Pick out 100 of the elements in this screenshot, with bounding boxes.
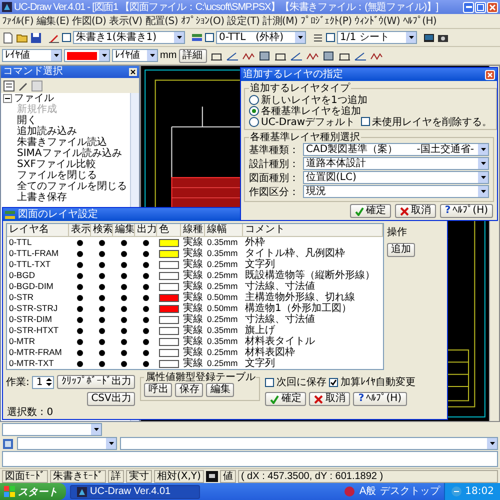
ime-indicator[interactable]: A般	[359, 484, 376, 498]
status-item[interactable]: 詳	[108, 470, 124, 482]
state-dot[interactable]	[99, 250, 105, 256]
column-header[interactable]: 出力	[135, 224, 157, 237]
radio-label[interactable]: 新しいレイヤを1つ追加	[261, 92, 368, 106]
state-dot[interactable]	[77, 250, 83, 256]
dropdown[interactable]	[2, 423, 102, 436]
close-button[interactable]	[485, 70, 495, 80]
menu-item[interactable]: 作図(D)	[72, 14, 106, 28]
state-dot[interactable]	[121, 328, 127, 334]
checkbox[interactable]	[361, 117, 370, 126]
state-dot[interactable]	[99, 284, 105, 290]
state-dot[interactable]	[77, 272, 83, 278]
color-swatch[interactable]	[159, 294, 179, 302]
start-button[interactable]: スタート	[0, 483, 66, 500]
state-dot[interactable]	[99, 272, 105, 278]
template-button[interactable]: 呼出	[144, 383, 172, 397]
state-dot[interactable]	[77, 360, 83, 366]
help-button[interactable]: ? ﾍﾙﾌﾟ(H)	[440, 204, 493, 218]
status-item[interactable]: 図面ﾓｰﾄﾞ	[2, 470, 48, 482]
menu-item[interactable]: ｵﾌﾟｼｮﾝ(O)	[180, 14, 224, 28]
color-dropdown[interactable]	[64, 49, 110, 62]
add-button[interactable]: 追加	[387, 243, 415, 257]
column-header[interactable]: コメント	[243, 224, 383, 237]
state-dot[interactable]	[143, 250, 149, 256]
state-dot[interactable]	[143, 306, 149, 312]
display-icon[interactable]	[206, 470, 218, 482]
state-dot[interactable]	[99, 240, 105, 246]
state-dot[interactable]	[77, 240, 83, 246]
monitor-icon[interactable]	[423, 32, 435, 44]
color-swatch[interactable]	[159, 304, 179, 312]
state-dot[interactable]	[121, 360, 127, 366]
color-swatch[interactable]	[159, 316, 179, 324]
state-dot[interactable]	[77, 294, 83, 300]
status-item[interactable]: 値	[220, 470, 236, 482]
dropdown[interactable]	[120, 437, 498, 450]
dropdown[interactable]: ﾚｲﾔ値	[112, 49, 158, 62]
status-item[interactable]: 実寸	[126, 470, 152, 482]
column-header[interactable]: 線種	[181, 224, 205, 237]
state-dot[interactable]	[121, 350, 127, 356]
state-dot[interactable]	[143, 272, 149, 278]
status-item[interactable]: 朱書きﾓｰﾄﾞ	[50, 470, 106, 482]
spin-field[interactable]: 1	[32, 376, 54, 388]
tree-item[interactable]: 上書き保存	[17, 192, 67, 203]
cancel-button[interactable]: 取消	[394, 204, 436, 218]
state-dot[interactable]	[143, 240, 149, 246]
state-dot[interactable]	[143, 360, 149, 366]
state-dot[interactable]	[143, 338, 149, 344]
minimize-button[interactable]	[463, 2, 474, 12]
dropdown[interactable]: 位置図(LC)	[303, 171, 489, 184]
radio-button[interactable]	[249, 116, 259, 126]
checkbox-label[interactable]: 加算ﾚｲﾔ自動変更	[340, 375, 416, 389]
state-dot[interactable]	[143, 284, 149, 290]
desktop-toolbar[interactable]: デスクトップ	[380, 484, 440, 498]
state-dot[interactable]	[121, 284, 127, 290]
detail-button[interactable]: 詳細	[178, 48, 207, 62]
state-dot[interactable]	[77, 338, 83, 344]
menu-item[interactable]: ﾍﾙﾌﾟ(H)	[403, 14, 437, 28]
template-button[interactable]: 編集	[206, 383, 234, 397]
color-swatch[interactable]	[159, 238, 179, 246]
state-dot[interactable]	[77, 284, 83, 290]
save-icon[interactable]	[30, 32, 42, 44]
help-button[interactable]: ? ﾍﾙﾌﾟ(H)	[353, 392, 407, 406]
state-dot[interactable]	[77, 316, 83, 322]
state-dot[interactable]	[143, 350, 149, 356]
state-dot[interactable]	[121, 240, 127, 246]
radio-label[interactable]: UC-Drawデフォルト	[261, 114, 356, 128]
color-swatch[interactable]	[159, 282, 179, 290]
network-icon[interactable]	[451, 486, 462, 497]
tree-item[interactable]: 朱書きファイル読込	[17, 137, 107, 148]
state-dot[interactable]	[143, 294, 149, 300]
tree-item[interactable]: 開く	[17, 115, 37, 126]
close-icon[interactable]	[129, 68, 137, 76]
folder-icon[interactable]	[16, 32, 28, 44]
checkbox-label[interactable]: 未使用レイヤを削除する。	[372, 114, 492, 128]
new-file-icon[interactable]	[2, 32, 14, 44]
state-dot[interactable]	[77, 328, 83, 334]
state-dot[interactable]	[99, 306, 105, 312]
state-dot[interactable]	[121, 294, 127, 300]
menu-item[interactable]: 表示(V)	[109, 14, 142, 28]
tree-view-icon[interactable]	[3, 80, 15, 92]
menu-item[interactable]: 設定(T)	[227, 14, 260, 28]
state-dot[interactable]	[77, 306, 83, 312]
state-dot[interactable]	[121, 272, 127, 278]
state-dot[interactable]	[121, 250, 127, 256]
menu-item[interactable]: 編集(E)	[36, 14, 70, 28]
checkbox[interactable]	[265, 378, 274, 386]
color-swatch[interactable]	[159, 360, 179, 368]
menu-item[interactable]: ｳｨﾝﾄﾞｳ(W)	[354, 14, 400, 28]
state-dot[interactable]	[121, 306, 127, 312]
state-dot[interactable]	[99, 262, 105, 268]
angle-icon[interactable]	[226, 50, 239, 62]
tree-item[interactable]: 全てのファイルを閉じる	[17, 181, 127, 192]
menu-item[interactable]: ﾌｧｲﾙ(F)	[2, 14, 34, 28]
menu-item[interactable]: 計測(M)	[262, 14, 298, 28]
state-dot[interactable]	[143, 328, 149, 334]
dropdown[interactable]: 1/1 シート	[337, 31, 417, 44]
template-button[interactable]: 保存	[175, 383, 204, 397]
csv-output-button[interactable]: CSV出力	[87, 392, 136, 406]
state-dot[interactable]	[77, 350, 83, 356]
